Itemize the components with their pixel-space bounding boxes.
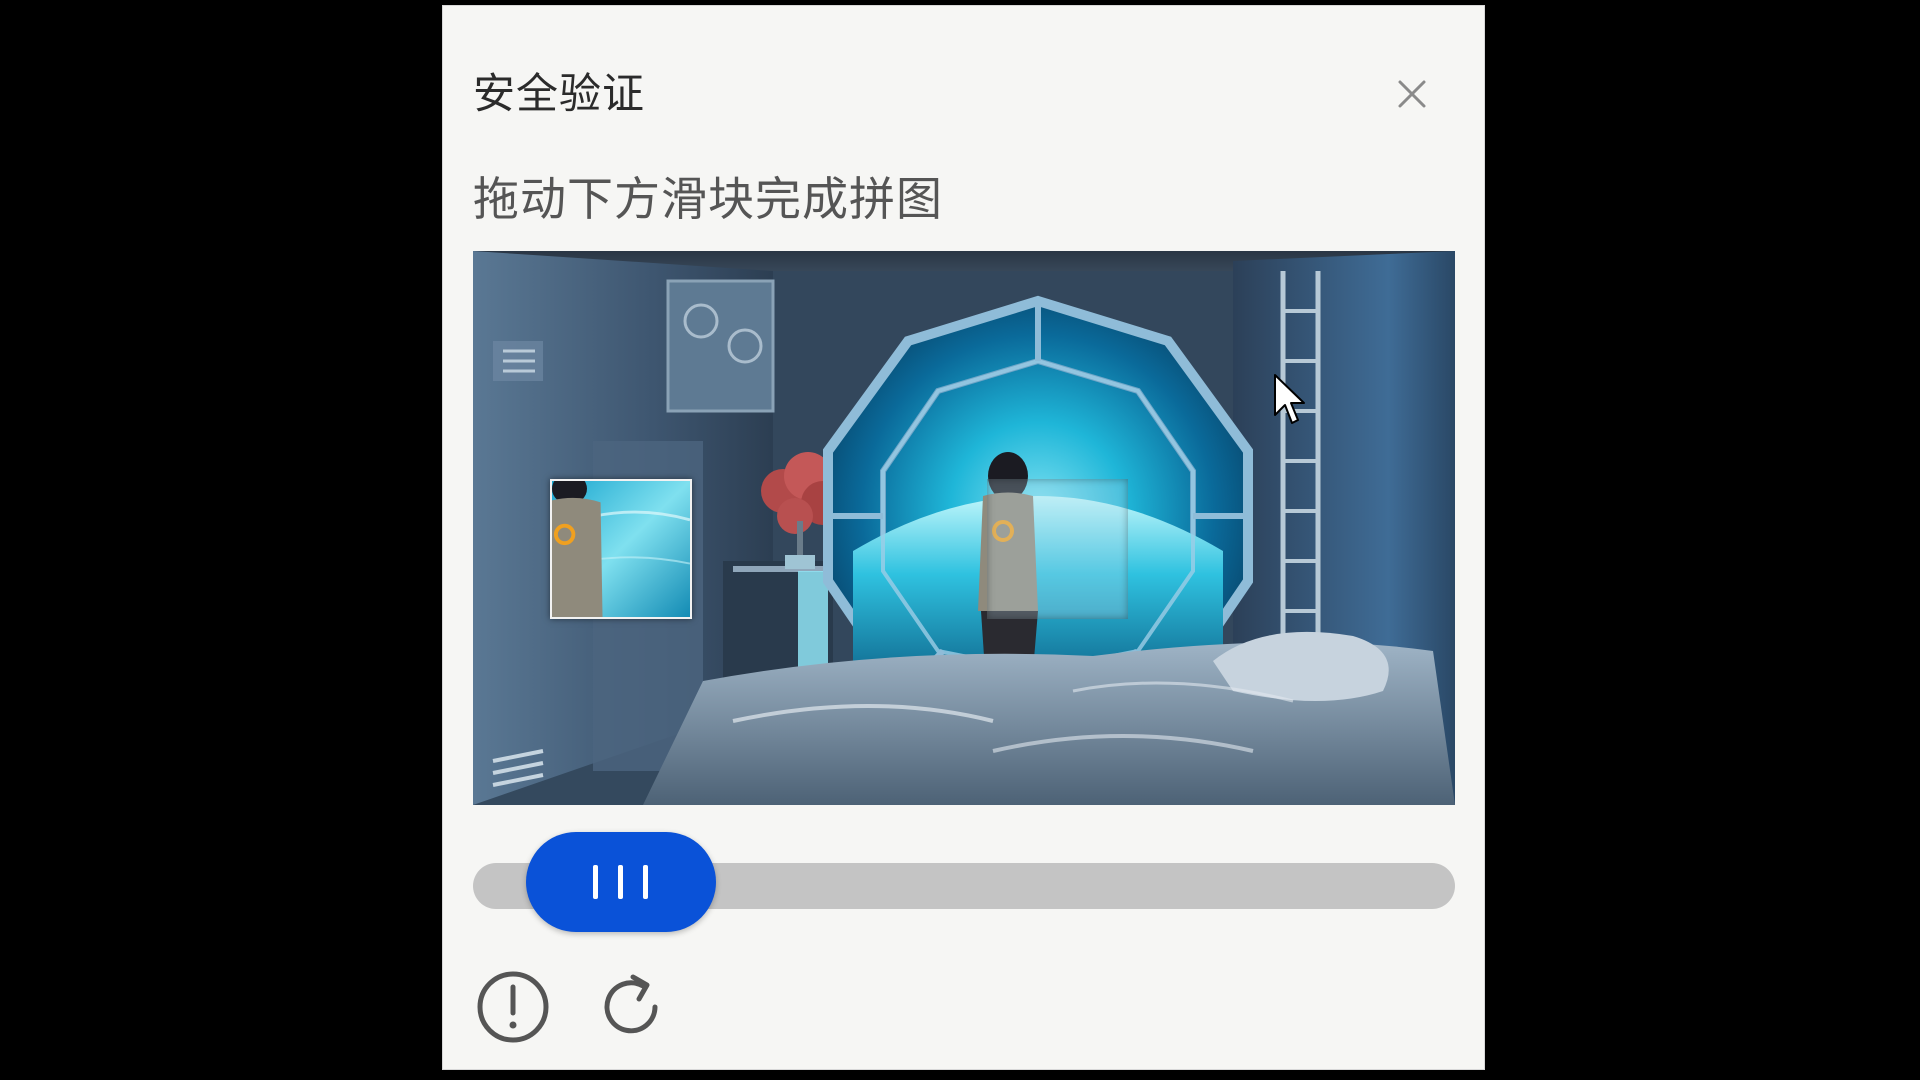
dialog-title: 安全验证 — [473, 69, 646, 118]
feedback-button[interactable] — [475, 969, 551, 1045]
close-icon — [1398, 80, 1426, 108]
mouse-pointer-icon — [1274, 374, 1305, 424]
close-button[interactable] — [1390, 72, 1434, 116]
grip-lines-icon — [643, 865, 648, 899]
puzzle-image — [473, 251, 1455, 805]
grip-lines-icon — [593, 865, 598, 899]
refresh-button[interactable] — [593, 969, 669, 1045]
dialog-header: 安全验证 — [473, 66, 1454, 122]
puzzle-target-slot — [987, 479, 1128, 619]
overlay-backdrop: 安全验证 拖动下方滑块完成拼图 — [0, 0, 1920, 1080]
puzzle-piece-image — [552, 481, 690, 617]
puzzle-piece[interactable] — [550, 479, 692, 619]
slider-handle[interactable] — [526, 832, 716, 932]
grip-lines-icon — [618, 865, 623, 899]
refresh-icon — [604, 974, 658, 1034]
security-verification-dialog: 安全验证 拖动下方滑块完成拼图 — [442, 5, 1485, 1070]
instruction-text: 拖动下方滑块完成拼图 — [473, 172, 943, 226]
exclamation-circle-icon — [477, 971, 549, 1043]
